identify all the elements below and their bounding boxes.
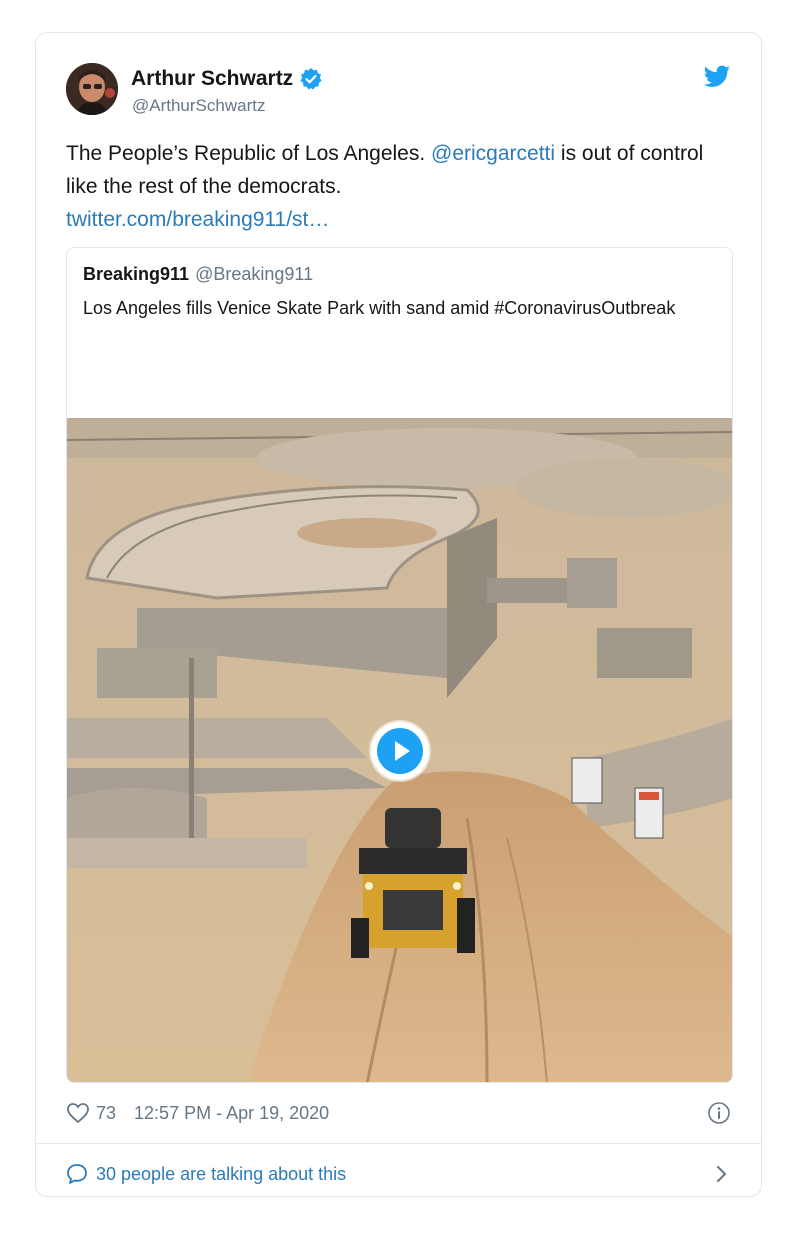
- quoted-tweet-header: Breaking911 @Breaking911: [83, 264, 313, 285]
- tweet-meta-row: 73 12:57 PM - Apr 19, 2020: [66, 1099, 733, 1127]
- author-handle[interactable]: @ArthurSchwartz: [132, 96, 265, 116]
- like-count[interactable]: 73: [96, 1103, 116, 1124]
- speech-bubble-icon: [66, 1163, 88, 1185]
- author-name[interactable]: Arthur Schwartz: [131, 67, 293, 91]
- tweet-url-link[interactable]: twitter.com/breaking911/st…: [66, 208, 329, 231]
- tweet-text: The People’s Republic of Los Angeles. @e…: [66, 137, 726, 236]
- chevron-right-icon: [715, 1163, 729, 1185]
- avatar[interactable]: [66, 63, 118, 115]
- info-icon[interactable]: [707, 1101, 731, 1125]
- tweet-timestamp[interactable]: 12:57 PM - Apr 19, 2020: [134, 1103, 329, 1124]
- conversation-link[interactable]: 30 people are talking about this: [66, 1159, 733, 1189]
- quoted-tweet-text: Los Angeles fills Venice Skate Park with…: [83, 298, 676, 318]
- video-thumbnail[interactable]: [67, 418, 732, 1082]
- twitter-bird-icon[interactable]: [703, 65, 731, 89]
- verified-badge-icon: [299, 67, 323, 91]
- tweet-text-part1: The People’s Republic of Los Angeles.: [66, 142, 432, 165]
- divider: [36, 1143, 761, 1144]
- play-button[interactable]: [371, 722, 429, 780]
- heart-icon[interactable]: [66, 1102, 90, 1124]
- quoted-author-name: Breaking911: [83, 264, 190, 284]
- embedded-tweet-card: Arthur Schwartz @ArthurSchwartz The Peop…: [35, 32, 762, 1197]
- quoted-tweet[interactable]: Breaking911 @Breaking911 Los Angeles fill…: [66, 247, 733, 1083]
- conversation-count-text: 30 people are talking about this: [96, 1163, 347, 1184]
- quoted-author-handle: @Breaking911: [195, 264, 314, 284]
- author-name-row: Arthur Schwartz: [131, 67, 323, 91]
- mention-link[interactable]: @ericgarcetti: [431, 142, 555, 165]
- tweet-header: Arthur Schwartz @ArthurSchwartz: [66, 63, 726, 119]
- play-icon: [377, 728, 423, 774]
